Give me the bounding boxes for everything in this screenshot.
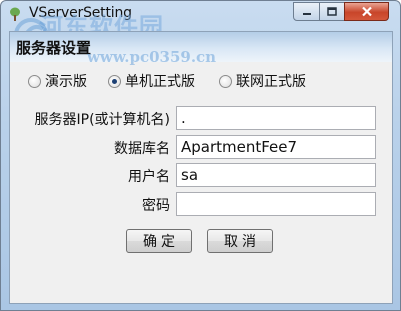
close-icon (361, 6, 372, 17)
radio-button[interactable] (219, 74, 232, 88)
radio-label: 联网正式版 (236, 74, 306, 90)
app-icon (10, 7, 20, 21)
password-input[interactable] (176, 192, 376, 216)
username-input[interactable] (176, 163, 376, 187)
server-ip-label: 服务器IP(或计算机名) (34, 112, 171, 128)
radio-label: 演示版 (45, 74, 87, 90)
radio-button[interactable] (28, 74, 41, 88)
radio-button[interactable] (108, 74, 121, 88)
group-header: 服务器设置 (10, 32, 392, 62)
window-title: VServerSetting (29, 5, 132, 21)
cancel-button[interactable]: 取消 (207, 229, 273, 253)
minimize-icon (302, 12, 311, 15)
group-title: 服务器设置 (16, 39, 92, 57)
client-area: 服务器设置 演示版 单机正式版 联网正式版 服务器IP(或计算机名) 数据库名 … (9, 31, 393, 304)
close-button[interactable] (344, 2, 389, 21)
minimize-button[interactable] (293, 2, 320, 21)
server-ip-input[interactable] (176, 106, 376, 130)
title-bar[interactable]: VServerSetting 河东软件园 (1, 1, 400, 41)
radio-label: 单机正式版 (125, 74, 195, 90)
radio-demo[interactable]: 演示版 (28, 72, 87, 90)
maximize-icon (327, 7, 337, 16)
maximize-button[interactable] (319, 2, 345, 21)
username-label: 用户名 (128, 169, 170, 185)
radio-network[interactable]: 联网正式版 (219, 72, 306, 90)
radio-standalone[interactable]: 单机正式版 (108, 72, 195, 90)
password-label: 密码 (142, 198, 170, 214)
database-input[interactable] (176, 135, 376, 159)
database-label: 数据库名 (114, 141, 170, 157)
ok-button[interactable]: 确定 (126, 229, 192, 253)
settings-window: VServerSetting 河东软件园 服务器设置 演示版 单机正式版 联网正… (0, 0, 401, 311)
